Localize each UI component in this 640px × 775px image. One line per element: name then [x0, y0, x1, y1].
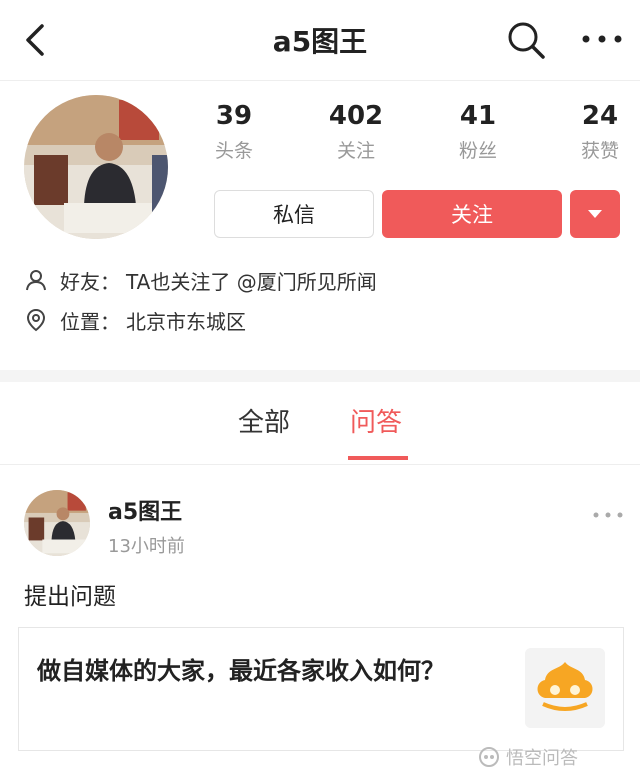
post-timestamp: 13小时前 [108, 536, 185, 557]
post-more-icon[interactable] [590, 506, 626, 524]
stat-label: 获赞 [580, 140, 619, 162]
location-label: 位置： [60, 309, 120, 334]
post-action-text: 提出问题 [24, 584, 116, 610]
active-tab-indicator [348, 456, 408, 460]
post-author-name[interactable]: a5图王 [108, 494, 182, 526]
tab-bar: 全部 问答 [0, 382, 640, 465]
person-icon [26, 270, 46, 291]
stat-number: 41 [459, 101, 497, 131]
stat-label: 头条 [214, 140, 253, 162]
stat-toutiao[interactable]: 39 头条 [194, 100, 274, 163]
location-value: 北京市东城区 [126, 309, 246, 334]
tab-all[interactable]: 全部 [238, 402, 290, 439]
message-button[interactable]: 私信 [214, 190, 374, 238]
more-options-icon[interactable] [578, 24, 626, 54]
caret-down-icon [588, 210, 602, 218]
wukong-logo-thumbnail [525, 648, 605, 728]
stat-number: 39 [215, 101, 253, 131]
stat-followers[interactable]: 41 粉丝 [438, 100, 518, 163]
question-title[interactable]: 做自媒体的大家，最近各家收入如何？ [37, 652, 487, 690]
section-divider [0, 370, 640, 382]
friend-label: 好友： [60, 269, 120, 294]
stat-likes[interactable]: 24 获赞 [560, 100, 640, 163]
profile-avatar[interactable] [24, 95, 168, 239]
stat-label: 关注 [336, 140, 375, 162]
top-bar: a5图王 [0, 0, 640, 81]
follow-button[interactable]: 关注 [382, 190, 562, 238]
watermark: 悟空问答 [478, 743, 628, 771]
friend-value[interactable]: TA也关注了 @厦门所见所闻 [126, 266, 377, 295]
wukong-logo-icon [479, 747, 499, 767]
stat-number: 402 [328, 101, 384, 131]
search-icon[interactable] [504, 18, 548, 62]
tab-qa[interactable]: 问答 [350, 402, 402, 439]
stat-number: 24 [581, 101, 619, 131]
question-card[interactable]: 做自媒体的大家，最近各家收入如何？ [18, 627, 624, 751]
follow-dropdown-button[interactable] [570, 190, 620, 238]
friend-row: 好友： TA也关注了 @厦门所见所闻 [24, 260, 377, 300]
stat-label: 粉丝 [458, 140, 497, 162]
post-author-avatar[interactable] [24, 490, 90, 556]
location-pin-icon [26, 308, 46, 332]
location-row: 位置： 北京市东城区 [24, 300, 246, 340]
stat-following[interactable]: 402 关注 [316, 100, 396, 163]
watermark-text: 悟空问答 [506, 748, 578, 769]
